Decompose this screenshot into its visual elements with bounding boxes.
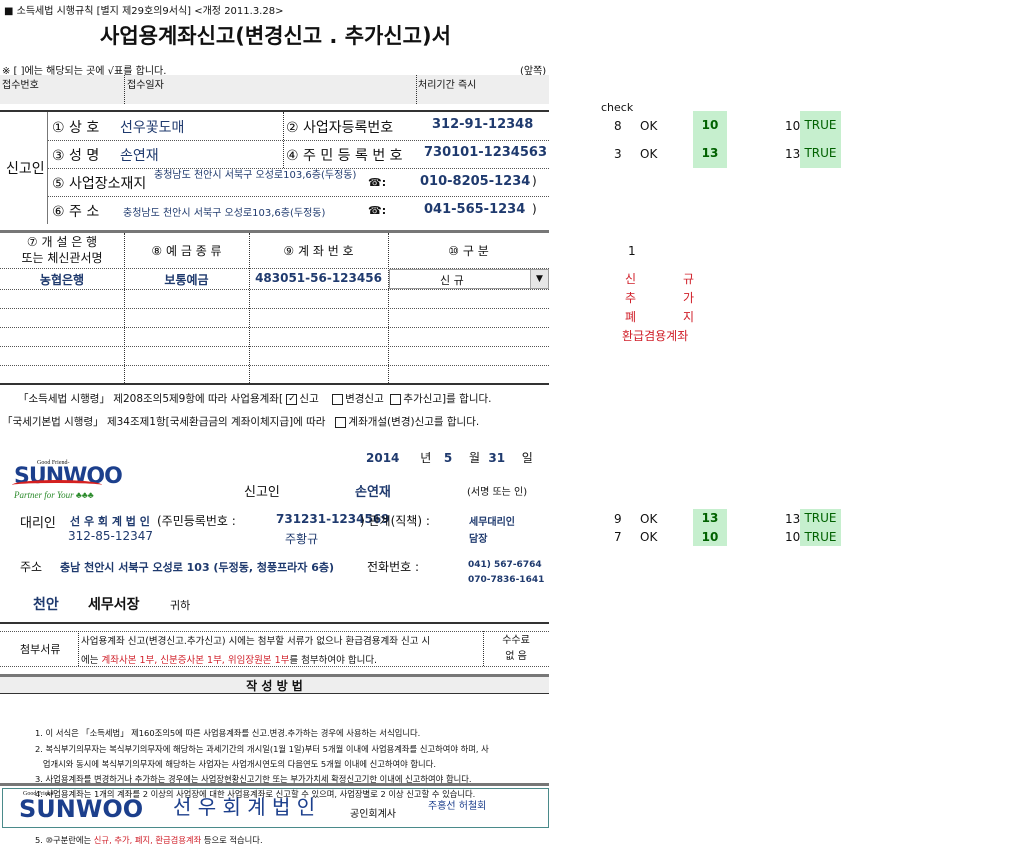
col-number-header: ⑨ 계 좌 번 호 — [283, 244, 354, 258]
option-list-item: 규 — [683, 272, 695, 286]
sign-note: (서명 또는 인) — [467, 487, 528, 498]
page-title: 사업용계좌신고(변경신고 . 추가신고)서 — [100, 24, 451, 48]
agent-bizno[interactable]: 312-85-12347 — [68, 529, 153, 543]
option-list-item: 환급겸용계좌 — [622, 329, 689, 343]
checkbox-change[interactable] — [332, 393, 344, 405]
category-dropdown[interactable]: 신 규 ▼ — [389, 269, 549, 289]
office-suffix: 귀하 — [170, 599, 191, 612]
category-value: 신 규 — [440, 274, 464, 287]
col-category-header: ⑩ 구 분 — [448, 244, 489, 258]
number-cell[interactable]: 483051-56-123456 — [249, 271, 388, 285]
agent-rel-label: ) 관계(직책) : — [360, 514, 430, 528]
agent-person[interactable]: 주황규 — [285, 530, 318, 547]
instructions-title: 작 성 방 법 — [246, 679, 303, 693]
rrn-value[interactable]: 730101-1234563 — [424, 145, 547, 160]
receipt-no-label: 접수번호 — [2, 80, 39, 91]
bizno-label: ② 사업자등록번호 — [286, 120, 394, 136]
chevron-down-icon[interactable]: ▼ — [530, 270, 548, 288]
person-label: ③ 성 명 — [52, 148, 100, 164]
agent-addr[interactable]: 충남 천안시 서북구 오성로 103 (두정동, 청풍프라자 6층) — [60, 559, 334, 575]
agent-label: 대리인 — [20, 516, 56, 531]
attach-label: 첨부서류 — [20, 643, 61, 656]
selected-index: 1 — [628, 244, 636, 258]
instructions-list: 1. 이 서식은 「소득세법」 제160조의5에 따른 사업용계좌를 신고.변경… — [35, 728, 489, 845]
form-reference: ■ 소득세법 시행규칙 [별지 제29호의9서식] <개정 2011.3.28> — [4, 6, 284, 17]
statement-2: 「국세기본법 시행령」 제34조제1항[국세환급금의 계좌이체지급]에 따라 계… — [2, 416, 480, 428]
rrn-label: ④ 주 민 등 록 번 호 — [286, 148, 403, 164]
signer-label: 신고인 — [244, 485, 280, 500]
addr-value[interactable]: 충청남도 천안시 서북구 오성로103,6층(두정동) — [123, 204, 325, 219]
type-cell[interactable]: 보통예금 — [124, 271, 249, 288]
biz-addr-label: ⑤ 사업장소재지 — [52, 176, 147, 192]
signer-name[interactable]: 손연재 — [355, 481, 391, 500]
sunwoo-logo: Good Friend- SUNWOO Partner for Your ♣♣♣ — [12, 460, 123, 500]
footer-banner: Good Friend- SUNWOO 선 우 회 계 법 인 공인회계사 주홍… — [2, 788, 549, 828]
biz-addr-value[interactable]: 충청남도 천안시 서북구 오성로103,6층(두정동) — [154, 170, 366, 182]
checkbox-report[interactable]: ✓ — [286, 393, 298, 405]
paren: ) — [532, 174, 537, 188]
period-label: 처리기간 즉시 — [418, 80, 477, 91]
office-city[interactable]: 천안 — [33, 594, 59, 614]
attach-line-1: 사업용계좌 신고(변경신고.추가신고) 시에는 첨부할 서류가 없으나 환급겸용… — [81, 636, 431, 647]
agent-tel-label: 전화번호 : — [367, 560, 420, 574]
agent-addr-label: 주소 — [20, 560, 43, 574]
checkbox-add[interactable] — [390, 393, 402, 405]
checkbox-refund-account[interactable] — [335, 416, 347, 428]
agent-role[interactable]: 담장 — [469, 530, 487, 545]
agent-firm[interactable]: 선 우 회 계 법 인 — [70, 513, 150, 529]
bizno-value[interactable]: 312-91-12348 — [432, 117, 533, 132]
fee: 수수료 없 음 — [502, 635, 530, 662]
agent-rrn-label: (주민등록번호 : — [157, 514, 236, 528]
option-list-item: 지 — [683, 310, 695, 324]
col-type-header: ⑧ 예 금 종 류 — [151, 244, 222, 258]
phone-icon: ☎: — [368, 176, 387, 189]
option-list-item: 폐 — [625, 310, 637, 324]
phone-icon: ☎: — [368, 204, 387, 217]
name-label: ① 상 호 — [52, 120, 100, 136]
person-name[interactable]: 손연재 — [120, 145, 159, 165]
attach-line-2: 에는 계좌사본 1부, 신분증사본 1부, 위임장원본 1부를 첨부하여야 합니… — [81, 655, 378, 666]
check-label: check — [601, 101, 634, 114]
bank-cell[interactable]: 농협은행 — [0, 271, 124, 288]
agent-tel-1[interactable]: 041) 567-6764 — [468, 560, 542, 570]
reporter-label: 신고인 — [6, 161, 45, 177]
option-list-item: 추 — [625, 291, 637, 305]
option-list-item: 신 — [625, 272, 637, 286]
home-phone[interactable]: 041-565-1234 — [424, 202, 525, 217]
business-name[interactable]: 선우꽃도매 — [120, 117, 184, 137]
option-list-item: 가 — [683, 291, 695, 305]
report-date[interactable]: 2014 년 5 월 31 일 — [366, 449, 533, 466]
paren: ) — [532, 202, 537, 216]
statement-1: 「소득세법 시행령」 제208조의5제9항에 따라 사업용계좌[ ✓ 신고 변경신… — [18, 393, 492, 405]
office-name: 세무서장 — [88, 597, 140, 613]
receipt-date-label: 접수일자 — [127, 80, 164, 91]
agent-rel[interactable]: 세무대리인 — [469, 513, 515, 528]
biz-phone[interactable]: 010-8205-1234 — [420, 174, 530, 189]
col-bank-header: ⑦ 개 설 은 행 또는 체신관서명 — [21, 235, 103, 265]
agent-tel-2[interactable]: 070-7836-1641 — [468, 575, 544, 585]
addr-label: ⑥ 주 소 — [52, 204, 100, 220]
